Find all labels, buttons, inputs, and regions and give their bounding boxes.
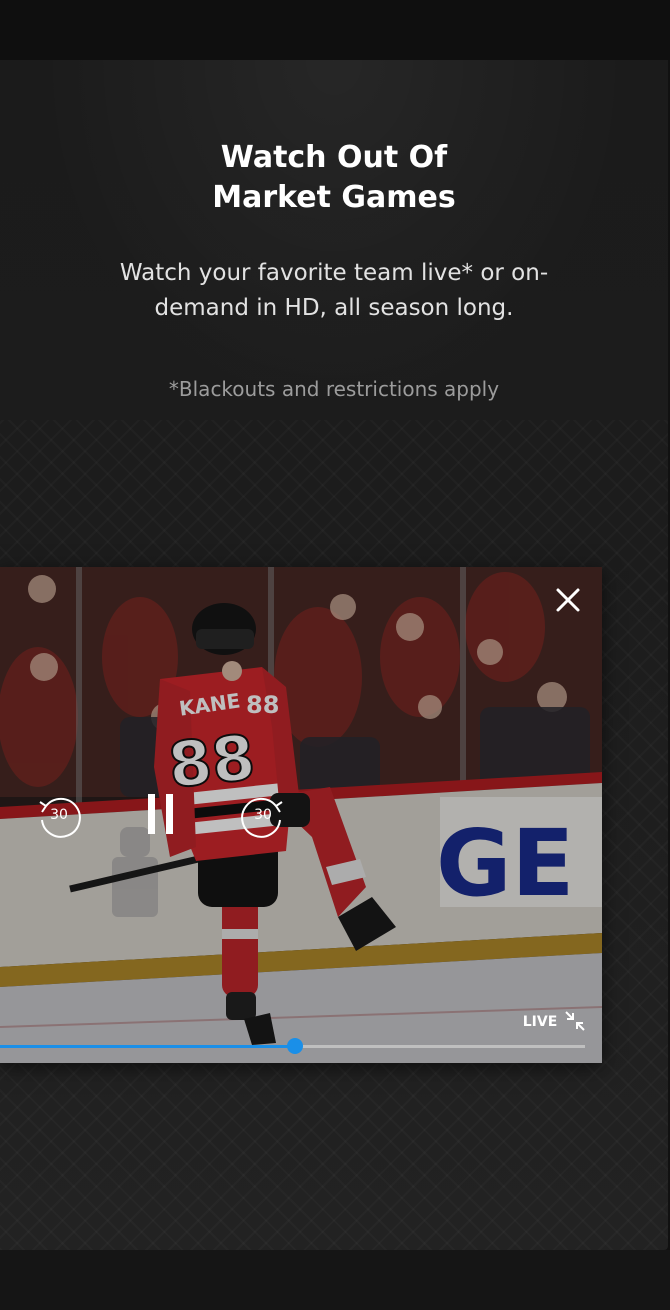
forward-30-button[interactable]: 30 — [240, 792, 286, 838]
promo-subtitle-line2: demand in HD, all season long. — [154, 295, 514, 321]
forward-30-label: 30 — [254, 807, 272, 823]
promo-disclaimer: *Blackouts and restrictions apply — [168, 377, 500, 401]
rewind-30-label: 30 — [50, 807, 68, 823]
rewind-30-button[interactable]: 30 — [36, 792, 82, 838]
promo-subtitle-line1: Watch your favorite team live* or on- — [119, 260, 549, 286]
pause-button[interactable] — [138, 788, 182, 838]
minimize-icon — [565, 1011, 585, 1031]
seek-progress — [0, 1045, 296, 1048]
promo-subtitle: Watch your favorite team live* or on- de… — [0, 256, 668, 326]
navigation-bar — [0, 1250, 670, 1310]
promo-title-line2: Market Games — [212, 180, 456, 215]
promo-title-line1: Watch Out Of — [220, 140, 448, 175]
video-player[interactable]: GE KANE 88 88 — [0, 567, 602, 1063]
seek-bar[interactable] — [0, 1038, 585, 1054]
pause-icon — [148, 794, 173, 834]
minimize-button[interactable] — [562, 1008, 588, 1034]
video-dim-overlay — [0, 567, 602, 1063]
status-bar — [0, 0, 670, 60]
promo-title: Watch Out Of Market Games — [0, 138, 668, 218]
live-indicator[interactable]: LIVE — [516, 1011, 564, 1033]
close-icon — [556, 588, 580, 612]
close-button[interactable] — [546, 580, 590, 620]
